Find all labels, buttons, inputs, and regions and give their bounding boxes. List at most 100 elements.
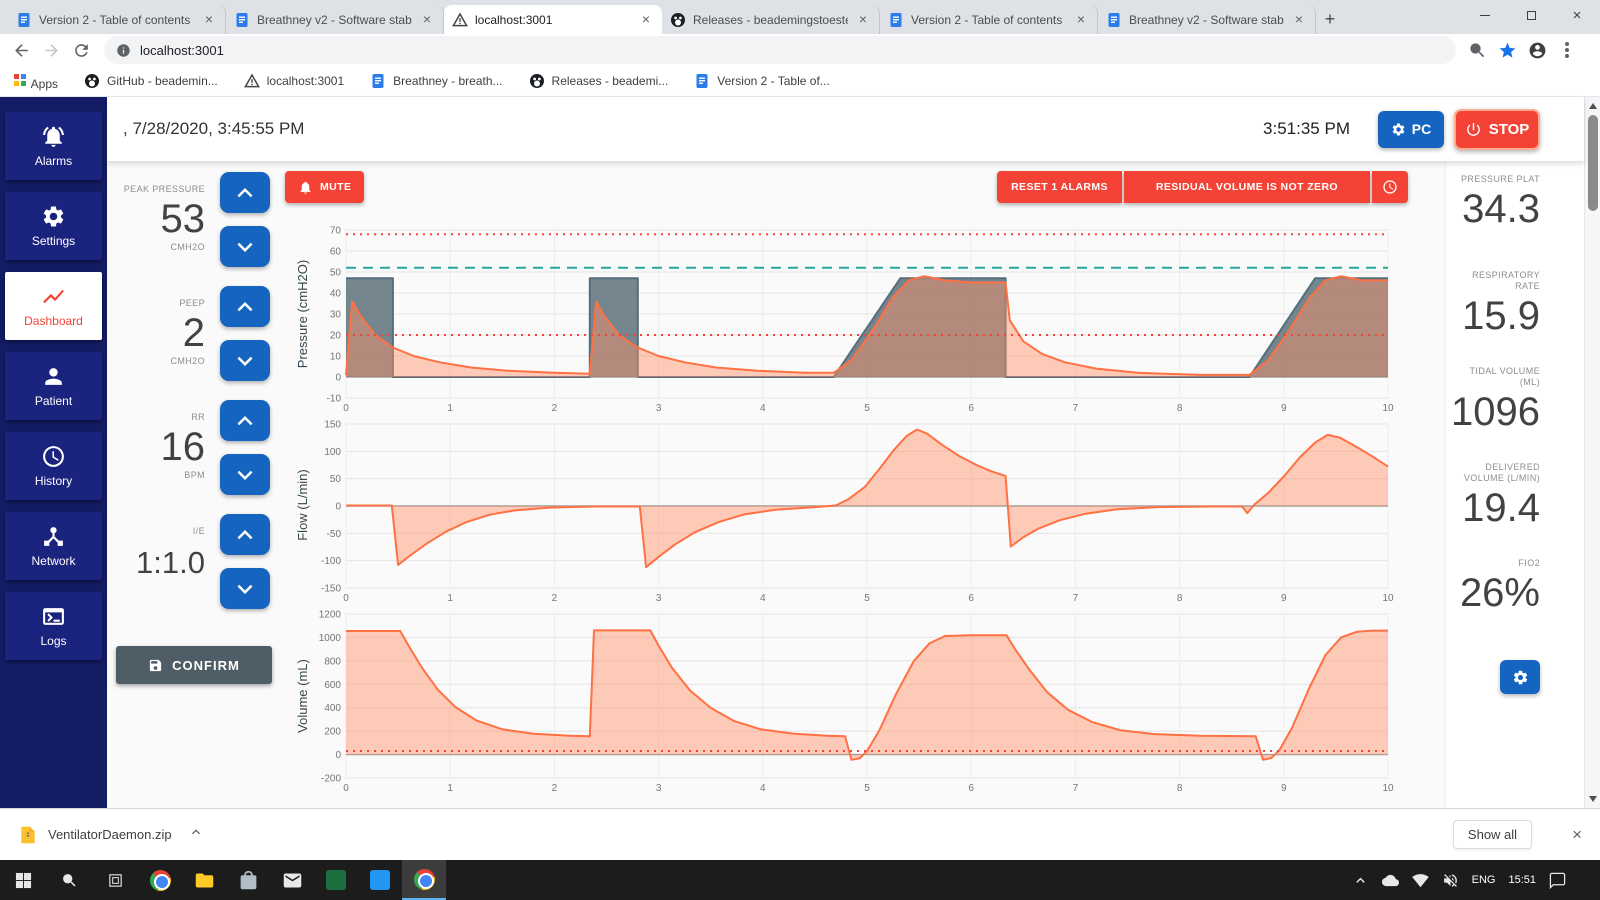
browser-tab[interactable]: Version 2 - Table of contents ×	[880, 5, 1098, 34]
new-tab-button[interactable]: +	[1316, 5, 1344, 33]
back-button[interactable]	[6, 36, 36, 64]
page-info-icon	[117, 43, 130, 57]
alarm-bell-icon	[43, 126, 64, 147]
alarm-group: RESET 1 ALARMS RESIDUAL VOLUME IS NOT ZE…	[997, 171, 1408, 203]
tab-title: Releases - beademingstoeste	[693, 12, 848, 27]
page-scrollbar[interactable]	[1584, 97, 1600, 808]
window-minimize-button[interactable]	[1462, 0, 1508, 30]
bookmark-breathney[interactable]: Breathney - breath...	[370, 73, 503, 89]
window-maximize-button[interactable]	[1508, 0, 1554, 30]
peep-increase-button[interactable]	[220, 286, 270, 327]
param-value: 53	[160, 197, 206, 241]
window-close-button[interactable]: ×	[1554, 0, 1600, 30]
forward-arrow-icon	[44, 43, 58, 57]
wifi-icon[interactable]	[1411, 872, 1429, 889]
tab-close-icon[interactable]: ×	[201, 11, 217, 28]
tab-close-icon[interactable]: ×	[638, 11, 654, 28]
ie-decrease-button[interactable]	[220, 568, 270, 609]
alarm-message: RESIDUAL VOLUME IS NOT ZERO	[1123, 171, 1370, 203]
browser-menu-button[interactable]	[1552, 36, 1582, 64]
bookmark-star-button[interactable]	[1492, 36, 1522, 64]
sidebar-item-history[interactable]: History	[5, 432, 102, 500]
reading-label: TIDAL VOLUME (ML)	[1469, 366, 1540, 387]
scroll-up-arrow[interactable]	[1589, 103, 1597, 109]
show-all-downloads-button[interactable]: Show all	[1452, 820, 1533, 849]
action-center-icon[interactable]	[1549, 872, 1566, 889]
onedrive-cloud-icon[interactable]	[1381, 872, 1399, 889]
docs-favicon	[890, 12, 902, 27]
bookmark-version2[interactable]: Version 2 - Table of...	[694, 73, 830, 89]
profile-avatar[interactable]	[1522, 36, 1552, 64]
forward-button[interactable]	[36, 36, 66, 64]
tab-close-icon[interactable]: ×	[855, 11, 871, 28]
rr-decrease-button[interactable]	[220, 454, 270, 495]
zoom-button[interactable]	[1462, 36, 1492, 64]
scroll-down-arrow[interactable]	[1589, 796, 1597, 802]
reading-value: 26%	[1459, 571, 1540, 615]
reset-alarms-button[interactable]: RESET 1 ALARMS	[997, 171, 1122, 203]
svg-text:0: 0	[343, 593, 349, 604]
taskbar-search-button[interactable]	[46, 860, 92, 900]
browser-tab[interactable]: Version 2 - Table of contents ×	[8, 5, 226, 34]
taskbar-app-vscode[interactable]	[358, 860, 402, 900]
peep-decrease-button[interactable]	[220, 340, 270, 381]
sidebar-item-alarms[interactable]: Alarms	[5, 112, 102, 180]
bookmark-github[interactable]: GitHub - beademin...	[84, 73, 218, 89]
address-bar[interactable]: localhost:3001	[104, 36, 1456, 64]
taskbar-app-mail[interactable]	[270, 860, 314, 900]
tab-close-icon[interactable]: ×	[419, 11, 435, 28]
bookmark-label: GitHub - beademin...	[107, 74, 218, 88]
confirm-button[interactable]: CONFIRM	[116, 646, 272, 684]
ie-increase-button[interactable]	[220, 514, 270, 555]
browser-tab[interactable]: Breathney v2 - Software stab ×	[1098, 5, 1316, 34]
sidebar-item-settings[interactable]: Settings	[5, 192, 102, 260]
tray-chevron-up-icon[interactable]	[1352, 872, 1369, 889]
svg-text:5: 5	[864, 783, 870, 794]
peak-pressure-decrease-button[interactable]	[220, 226, 270, 267]
taskbar-app-chrome[interactable]	[138, 860, 182, 900]
svg-text:20: 20	[330, 331, 342, 342]
docs-favicon	[18, 12, 30, 27]
bookmark-releases[interactable]: Releases - beademi...	[529, 73, 668, 89]
browser-tab[interactable]: Breathney v2 - Software stab ×	[226, 5, 444, 34]
language-indicator[interactable]: ENG	[1472, 874, 1496, 886]
sidebar-item-logs[interactable]: Logs	[5, 592, 102, 660]
flow-chart: 0 1 2 3 4 5 6 7 8 9 10 150 100 50 0 -50 -100 -150	[321, 420, 1394, 605]
pc-settings-button[interactable]: PC	[1378, 110, 1444, 148]
alarm-history-button[interactable]	[1372, 171, 1408, 203]
volume-muted-icon[interactable]	[1442, 872, 1459, 889]
scrollbar-thumb[interactable]	[1588, 115, 1598, 211]
peak-pressure-increase-button[interactable]	[220, 172, 270, 213]
taskbar-clock[interactable]: 15:51	[1508, 874, 1536, 886]
sidebar-item-network[interactable]: Network	[5, 512, 102, 580]
stop-button[interactable]: STOP	[1454, 108, 1540, 150]
sidebar-item-patient[interactable]: Patient	[5, 352, 102, 420]
browser-tab[interactable]: Releases - beademingstoeste ×	[662, 5, 880, 34]
download-menu-button[interactable]	[182, 824, 204, 845]
bookmark-localhost[interactable]: localhost:3001	[243, 73, 344, 89]
browser-tab-active[interactable]: localhost:3001 ×	[444, 5, 662, 34]
network-hub-icon	[44, 527, 63, 546]
rr-increase-button[interactable]	[220, 400, 270, 441]
mute-button[interactable]: MUTE	[285, 171, 365, 203]
taskbar-app-store[interactable]	[226, 860, 270, 900]
svg-text:40: 40	[330, 289, 342, 300]
taskbar-app-file-explorer[interactable]	[182, 860, 226, 900]
download-shelf-close-icon[interactable]: ×	[1572, 825, 1582, 845]
taskbar-app-chrome-active[interactable]	[402, 860, 446, 900]
tab-close-icon[interactable]: ×	[1073, 11, 1089, 28]
person-icon	[45, 368, 62, 385]
measurements-settings-button[interactable]	[1500, 660, 1540, 694]
tab-close-icon[interactable]: ×	[1291, 11, 1307, 28]
gear-icon	[1513, 670, 1527, 684]
sidebar-label: Alarms	[34, 154, 73, 168]
task-view-button[interactable]	[92, 860, 138, 900]
reload-button[interactable]	[66, 36, 96, 64]
chart-line-icon	[43, 289, 64, 304]
start-button[interactable]	[0, 860, 46, 900]
download-item[interactable]: VentilatorDaemon.zip	[18, 824, 204, 845]
bookmark-apps[interactable]: Apps	[12, 72, 58, 91]
sidebar-item-dashboard[interactable]: Dashboard	[5, 272, 102, 340]
svg-text:60: 60	[330, 247, 342, 258]
taskbar-app-excel[interactable]	[314, 860, 358, 900]
